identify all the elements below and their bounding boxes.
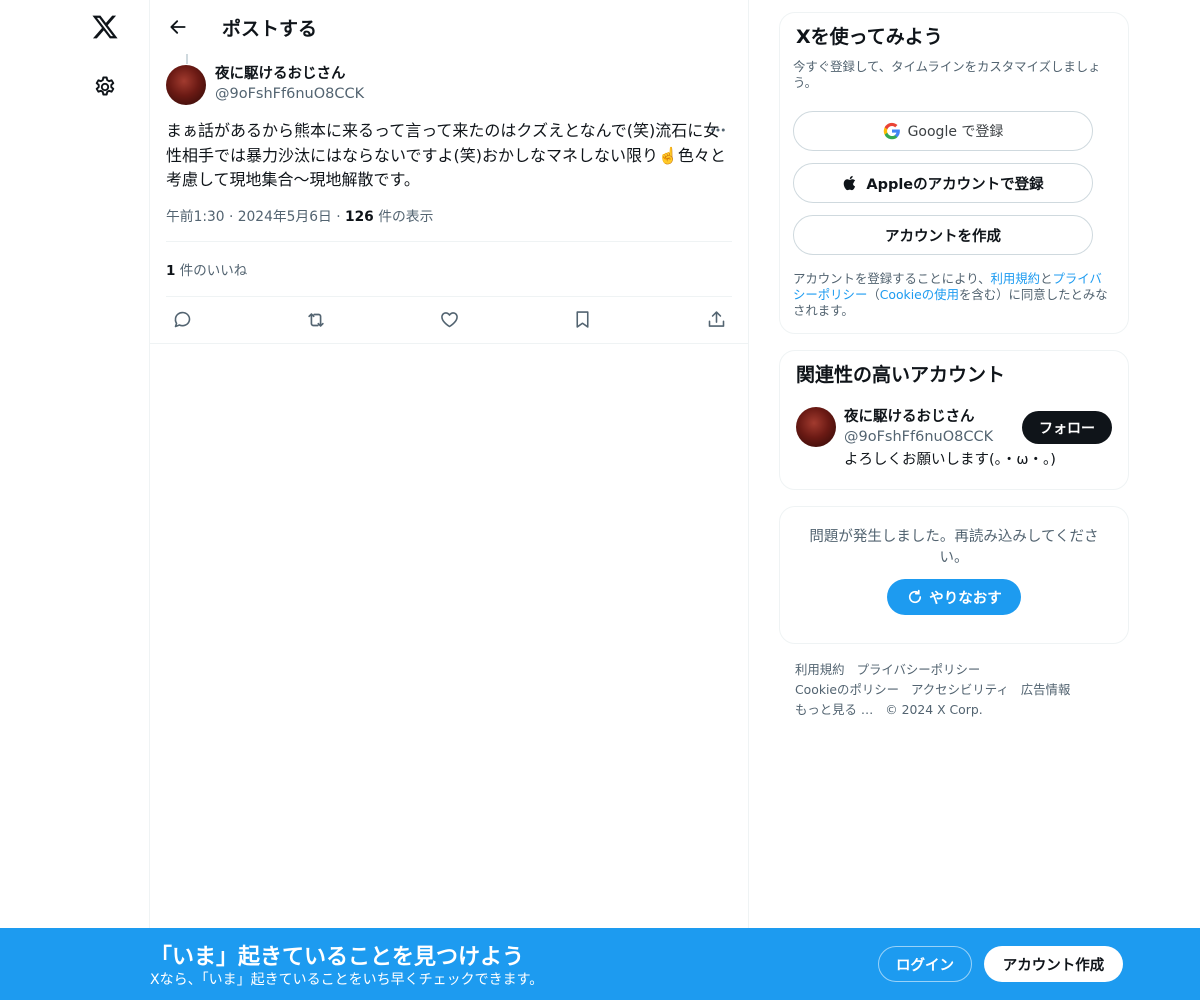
footer-link-privacy[interactable]: プライバシーポリシー [857,662,981,677]
terms-link[interactable]: 利用規約 [991,271,1041,286]
likes-row[interactable]: 1 件のいいね [166,242,732,297]
left-nav [0,0,150,1000]
create-account-label: アカウントを作成 [885,228,1001,245]
post: 夜に駆けるおじさん @9oFshFf6nuO8CCK まぁ話があるから熊本に来る… [150,54,748,344]
apple-signup-label: Appleのアカウントで登録 [866,176,1044,193]
footer-row-3: もっと見る … © 2024 X Corp. [795,700,1129,720]
right-column: Xを使ってみよう 今すぐ登録して、タイムラインをカスタマイズしましょう。 Goo… [779,12,1129,720]
footer-more[interactable]: もっと見る … [795,702,873,717]
views-label: 件の表示 [378,208,434,225]
bottom-signup-bar: 「いま」起きていることを見つけよう Xなら、「いま」起きていることをいち早くチェ… [0,928,1200,1000]
post-date[interactable]: 2024年5月6日 [238,209,332,225]
error-card: 問題が発生しました。再読み込みしてください。 やりなおす [779,506,1129,644]
follow-button[interactable]: フォロー [1022,411,1112,444]
more-dots-icon[interactable] [706,118,730,142]
post-meta: 午前1:30 · 2024年5月6日 · 126 件の表示 [166,205,732,242]
x-logo-icon[interactable] [88,10,122,44]
terms-paren: （ [867,287,880,302]
retry-button[interactable]: やりなおす [887,579,1021,615]
footer-link-ads[interactable]: 広告情報 [1021,682,1071,697]
footer: 利用規約 プライバシーポリシー Cookieのポリシー アクセシビリティ 広告情報 も… [779,660,1129,720]
apple-icon [842,174,859,192]
main-header: ポストする [150,0,748,54]
meta-dot: · [336,208,345,225]
main-column: ポストする 夜に駆けるおじさん @9oFshFf6nuO8CCK まぁ話があるか… [149,0,749,1000]
meta-dot: · [228,208,238,225]
terms-and: と [1040,271,1053,286]
apple-signup-button[interactable]: Appleのアカウントで登録 [793,163,1093,203]
author-handle[interactable]: @9oFshFf6nuO8CCK [215,84,364,104]
error-message: 問題が発生しました。再読み込みしてください。 [809,529,1099,566]
cookie-link[interactable]: Cookieの使用 [880,287,959,302]
related-account-bio: よろしくお願いします(。・ω・。) [844,452,1056,468]
google-signup-label: Google で登録 [907,124,1004,140]
related-accounts-card: 関連性の高いアカウント 夜に駆けるおじさん @9oFshFf6nuO8CCK よ… [779,350,1129,490]
post-text: まぁ話があるから熊本に来るって言って来たのはクズえとなんで(笑)流石に女性相手で… [166,121,726,189]
share-icon[interactable] [704,308,728,332]
terms-prefix: アカウントを登録することにより、 [793,271,991,286]
refresh-icon [906,588,924,606]
post-time[interactable]: 午前1:30 [166,209,225,225]
post-actions [166,297,732,343]
author-name[interactable]: 夜に駆けるおじさん [215,65,364,84]
related-account-row[interactable]: 夜に駆けるおじさん @9oFshFf6nuO8CCK よろしくお願いします(。・… [796,407,1112,473]
terms-text: アカウントを登録することにより、利用規約とプライバシーポリシー（Cookieの使… [793,271,1112,319]
login-button[interactable]: ログイン [878,946,972,982]
views-count: 126 [344,208,374,225]
related-title: 関連性の高いアカウント [796,364,1006,386]
likes-count: 1 [166,262,176,279]
signup-card: Xを使ってみよう 今すぐ登録して、タイムラインをカスタマイズしましょう。 Goo… [779,12,1129,334]
likes-label: 件のいいね [179,262,248,279]
google-signup-button[interactable]: Google で登録 [793,111,1093,151]
signup-title: Xを使ってみよう [796,26,943,48]
bottom-bar-subtitle: Xなら、「いま」起きていることをいち早くチェックできます。 [150,972,544,988]
bookmark-icon[interactable] [571,308,595,332]
post-author: 夜に駆けるおじさん @9oFshFf6nuO8CCK [166,54,732,105]
arrow-left-icon[interactable] [164,13,192,41]
footer-copyright: © 2024 X Corp. [885,702,983,717]
signup-button[interactable]: アカウント作成 [984,946,1123,982]
footer-link-cookie[interactable]: Cookieのポリシー [795,682,899,697]
repost-icon[interactable] [304,308,328,332]
footer-row-2: Cookieのポリシー アクセシビリティ 広告情報 [795,680,1129,700]
like-icon[interactable] [437,308,461,332]
gear-icon[interactable] [90,72,120,102]
bottom-bar-title: 「いま」起きていることを見つけよう [150,945,525,970]
thread-line [186,54,188,64]
avatar[interactable] [796,407,836,447]
create-account-button[interactable]: アカウントを作成 [793,215,1093,255]
signup-subtitle: 今すぐ登録して、タイムラインをカスタマイズしましょう。 [793,59,1101,90]
footer-link-terms[interactable]: 利用規約 [795,662,845,677]
avatar[interactable] [166,65,206,105]
google-icon [883,122,901,140]
footer-row-1: 利用規約 プライバシーポリシー [795,660,1129,680]
page-title: ポストする [222,17,318,40]
retry-label: やりなおす [929,590,1002,607]
author-names: 夜に駆けるおじさん @9oFshFf6nuO8CCK [215,65,364,104]
footer-link-accessibility[interactable]: アクセシビリティ [911,682,1009,697]
reply-icon[interactable] [170,308,194,332]
